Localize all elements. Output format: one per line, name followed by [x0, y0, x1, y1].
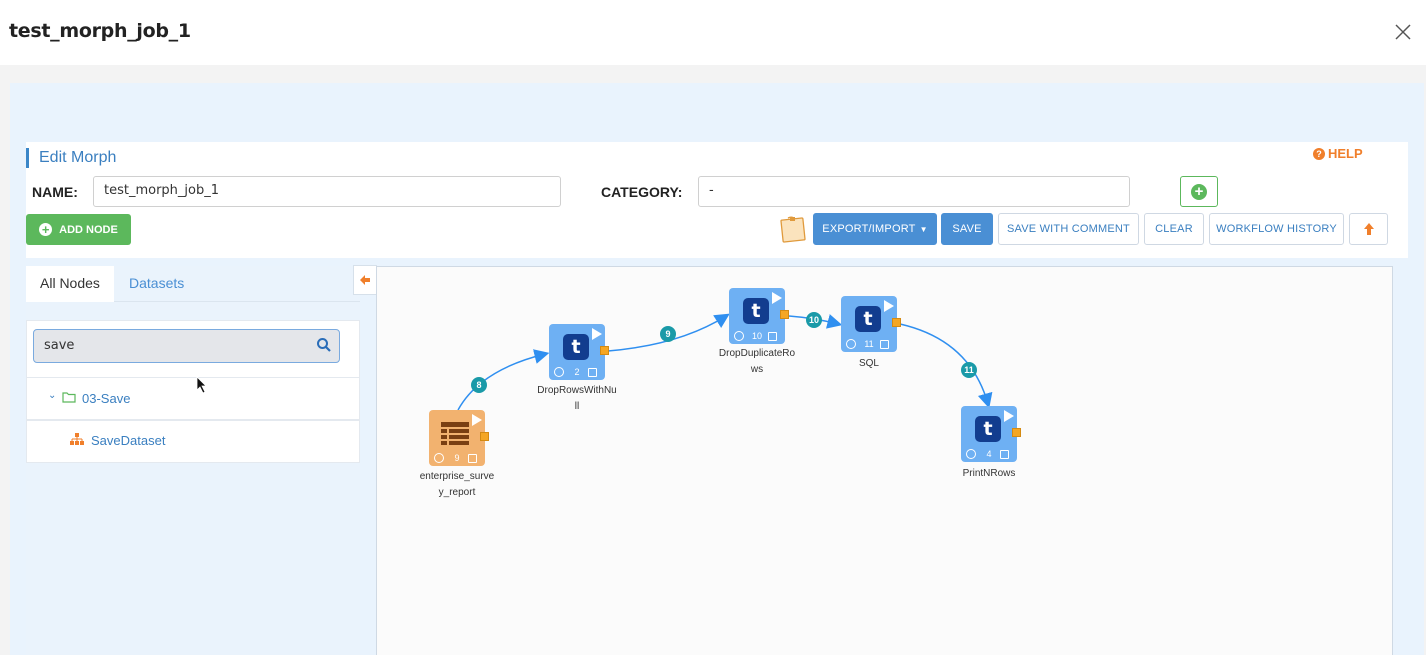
copy-icon[interactable]	[880, 340, 889, 349]
node-label-line: ws	[750, 364, 764, 375]
edge-label: 11	[961, 362, 977, 378]
copy-icon[interactable]	[468, 454, 477, 463]
node-label-line: DropRowsWithNu	[537, 385, 617, 396]
node-label: DropDuplicateRo ws	[707, 346, 807, 378]
transform-icon: t	[563, 334, 589, 360]
transform-icon: t	[743, 298, 769, 324]
workflow-node-transform[interactable]: t 4	[961, 406, 1021, 462]
transform-icon: t	[855, 306, 881, 332]
workflow-node-transform[interactable]: t 11	[841, 296, 901, 352]
workflow-edges	[457, 313, 993, 411]
copy-icon[interactable]	[588, 368, 597, 377]
play-icon[interactable]	[472, 414, 482, 426]
node-label: enterprise_surve y_report	[407, 469, 507, 501]
output-port[interactable]	[780, 310, 789, 319]
output-port[interactable]	[1012, 428, 1021, 437]
play-icon[interactable]	[1004, 410, 1014, 422]
node-label-line: ll	[574, 401, 580, 412]
node-label: DropRowsWithNu ll	[527, 383, 627, 415]
play-icon[interactable]	[884, 300, 894, 312]
edge-label: 9	[660, 326, 676, 342]
node-label-line: PrintNRows	[962, 468, 1016, 479]
node-label: PrintNRows	[939, 466, 1039, 482]
play-icon[interactable]	[592, 328, 602, 340]
output-port[interactable]	[480, 432, 489, 441]
edge-label: 10	[806, 312, 822, 328]
copy-icon[interactable]	[1000, 450, 1009, 459]
output-port[interactable]	[600, 346, 609, 355]
table-icon	[441, 422, 469, 445]
workflow-node-transform[interactable]: t 2	[549, 324, 609, 380]
copy-icon[interactable]	[768, 332, 777, 341]
workflow-node-dataset[interactable]: 9	[429, 410, 489, 466]
transform-icon: t	[975, 416, 1001, 442]
node-label-line: SQL	[858, 358, 879, 369]
workflow-node-transform[interactable]: t 10	[729, 288, 789, 344]
node-label-line: enterprise_surve	[419, 471, 495, 482]
node-label-line: DropDuplicateRo	[718, 348, 796, 359]
edge-label: 8	[471, 377, 487, 393]
node-label: SQL	[819, 356, 919, 372]
play-icon[interactable]	[772, 292, 782, 304]
output-port[interactable]	[892, 318, 901, 327]
node-label-line: y_report	[438, 487, 476, 498]
